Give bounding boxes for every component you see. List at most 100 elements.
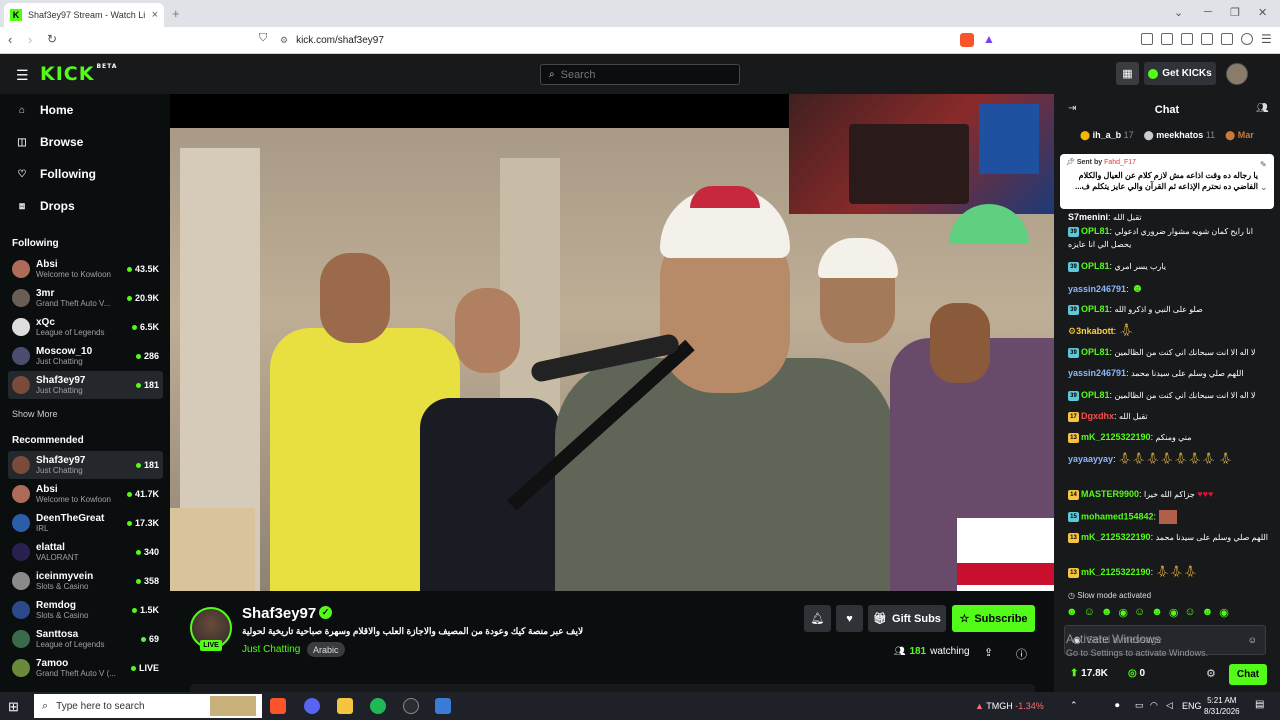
language-indicator[interactable]: ENG [1182,701,1202,711]
chat-send-button[interactable]: Chat [1229,664,1267,685]
notification-bell-button[interactable]: 🔔︎ [804,605,831,632]
volume-icon[interactable]: ◁ [1166,700,1173,711]
chat-username[interactable]: mohamed154842 [1081,511,1154,521]
gift-subs-button[interactable]: 🎁︎ Gift Subs [868,605,946,632]
menu-icon[interactable]: ☰ [1261,32,1272,46]
chat-username[interactable]: yassin246791 [1068,368,1126,378]
leader-2[interactable]: ⬤ meekhatos 11 [1144,130,1215,141]
mic-icon[interactable]: ⏺ [1115,700,1120,711]
language-tag[interactable]: Arabic [307,642,345,657]
streamer-name[interactable]: Shaf3ey97 [242,605,316,622]
chat-username[interactable]: OPL81 [1081,226,1110,236]
sidebar-rec-elattal[interactable]: elattal VALORANT 340 [8,538,163,566]
restore-icon[interactable]: ❐ [1230,6,1240,19]
windows-start-icon[interactable]: ⊞ [8,699,19,715]
chat-username[interactable]: 3nkabott [1076,326,1114,336]
sidebar-rec-7amoo[interactable]: 7amoo Grand Theft Auto V (... LIVE [8,654,163,682]
unpin-icon[interactable]: ✎ [1260,160,1267,169]
browser-tab[interactable]: K Shaf3ey97 Stream - Watch Li × [4,3,164,27]
reload-icon[interactable]: ↻ [47,32,57,46]
chat-username[interactable]: OPL81 [1081,261,1110,271]
sidebar-rec-shaf3ey97[interactable]: Shaf3ey97 Just Chatting 181 [8,451,163,479]
network-icon[interactable]: ◠ [1150,700,1158,711]
emote-icon[interactable]: ☺ [1134,606,1145,619]
obs-taskbar-icon[interactable] [403,698,419,714]
window-dropdown-icon[interactable]: ⌄ [1174,6,1183,19]
sidebar-toggle-icon[interactable] [1181,33,1193,45]
notifications-icon[interactable]: ▤ [1255,699,1264,710]
chat-username[interactable]: mK_2125322190 [1081,567,1151,577]
subscribe-button[interactable]: ☆ Subscribe [952,605,1035,632]
kick-logo[interactable]: KICK BETA [40,63,117,85]
emote-icon[interactable]: ◉ [1169,606,1179,619]
emote-icon[interactable]: ☺ [1184,606,1195,619]
tray-chevron-icon[interactable]: ⌃ [1070,700,1078,711]
tab-close-icon[interactable]: × [152,9,158,21]
nav-browse[interactable]: ◫ Browse [0,128,170,156]
chat-username[interactable]: mK_2125322190 [1081,432,1151,442]
sidebar-rec-deenthegreat[interactable]: DeenTheGreat IRL 17.3K [8,509,163,537]
sidebar-rec-remdog[interactable]: Remdog Slots & Casino 1.5K [8,596,163,624]
follow-button[interactable]: ♥ [836,605,863,632]
points-balance[interactable]: ◎ 0 [1128,668,1145,679]
sidebar-rec-santtosa[interactable]: Santtosa League of Legends 69 [8,625,163,653]
chat-users-icon[interactable]: 👥︎ [1256,103,1269,114]
spotify-taskbar-icon[interactable] [370,698,386,714]
chat-username[interactable]: yassin246791 [1068,284,1126,294]
hamburger-menu-icon[interactable]: ☰ [16,67,29,84]
chat-username[interactable]: mK_2125322190 [1081,532,1151,542]
chat-username[interactable]: S7menini [1068,212,1108,222]
brave-rewards-icon[interactable]: ▲ [983,32,995,46]
extensions-icon[interactable] [1221,33,1233,45]
url-field[interactable]: ⚙ kick.com/shaf3ey97 [280,31,1000,50]
sidebar-rec-iceinmyvein[interactable]: iceinmyvein Slots & Casino 358 [8,567,163,595]
battery-icon[interactable]: ▭ [1135,700,1144,711]
chat-username[interactable]: MASTER9900 [1081,489,1139,499]
expand-pinned-icon[interactable]: ⌄ [1260,182,1268,193]
sidebar-channel-moscow[interactable]: Moscow_10 Just Chatting 286 [8,342,163,370]
taskbar-search[interactable]: ⌕ Type here to search [34,694,262,718]
emote-icon[interactable]: ☻ [1101,606,1113,619]
chat-settings-icon[interactable]: ⚙ [1206,667,1216,680]
leader-3[interactable]: ⬤ Mar [1225,130,1254,141]
site-info-icon[interactable]: ⚙ [280,35,288,46]
chat-username[interactable]: OPL81 [1081,304,1110,314]
emote-icon[interactable]: ◉ [1118,606,1128,619]
back-icon[interactable]: ‹ [8,32,12,47]
music-icon[interactable] [1161,33,1173,45]
brave-taskbar-icon[interactable] [270,698,286,714]
stock-widget[interactable]: ▲ TMGH -1.34% [975,701,1044,711]
discord-taskbar-icon[interactable] [304,698,320,714]
share-icon[interactable]: ⇪ [984,646,993,659]
sidebar-channel-xqc[interactable]: xQc League of Legends 6.5K [8,313,163,341]
close-window-icon[interactable]: ✕ [1258,6,1267,19]
new-tab-icon[interactable]: + [172,6,180,21]
leader-1[interactable]: ⬤ ih_a_b 17 [1080,130,1134,141]
kicks-balance[interactable]: ⬆ 17.8K [1070,668,1108,679]
sidebar-channel-3mr[interactable]: 3mr Grand Theft Auto V... 20.9K [8,284,163,312]
stream-category-link[interactable]: Just Chatting [242,644,300,655]
sidebar-channel-shaf3ey97[interactable]: Shaf3ey97 Just Chatting 181 [8,371,163,399]
vpn-icon[interactable] [1241,33,1253,45]
app-taskbar-icon[interactable] [435,698,451,714]
sidebar-rec-absi[interactable]: Absi Welcome to Kowloon 41.7K [8,480,163,508]
brave-shield-icon[interactable] [960,33,974,47]
emoji-picker-icon[interactable]: ☺ [1248,635,1257,645]
search-box[interactable]: ⌕ [540,64,740,85]
chat-username[interactable]: yayaayyay [1068,454,1113,464]
emote-icon[interactable]: ☻ [1066,606,1078,619]
system-clock[interactable]: 5:21 AM 8/31/2026 [1204,695,1240,717]
emote-icon[interactable]: ◉ [1219,606,1229,619]
chat-username[interactable]: Dgxdhx [1081,411,1114,421]
theater-mode-icon[interactable]: ▦ [1116,62,1139,85]
nav-home[interactable]: ⌂ Home [0,96,170,124]
pinned-by-user[interactable]: Fahd_F17 [1104,159,1136,166]
info-icon[interactable]: ⓘ [1016,646,1027,662]
forward-icon[interactable]: › [28,32,32,47]
nav-drops[interactable]: ⧈ Drops [0,192,170,220]
chat-username[interactable]: OPL81 [1081,390,1110,400]
emote-icon[interactable]: ☻ [1202,606,1214,619]
chat-username[interactable]: OPL81 [1081,347,1110,357]
emote-icon[interactable]: ☺ [1084,606,1095,619]
user-avatar[interactable] [1226,63,1248,85]
